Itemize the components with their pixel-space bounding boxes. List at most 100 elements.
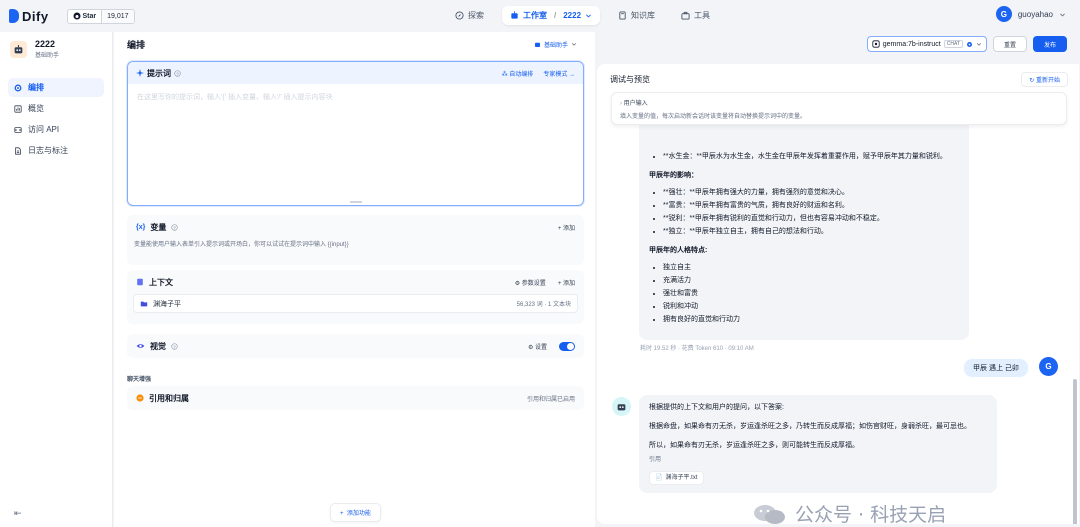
auto-orchestrate-button[interactable]: ⁂ 自动编排 [502,69,534,78]
prompt-header: 提示词 ? ⁂ 自动编排 专家模式 → [128,62,583,84]
toolbox-icon [681,11,690,20]
eye-icon [136,344,145,348]
collapse-sidebar-icon[interactable]: ⇤ [14,508,22,519]
knowledge-item[interactable]: 渊海子平 56,323 词 · 1 文本块 [133,294,578,313]
nav-knowledge-label: 知识库 [631,11,656,20]
context-card: 上下文 ⚙ 参数设置 + 添加 渊海子平 56,323 词 · 1 文本块 [127,270,584,324]
help-icon[interactable]: ? [171,342,178,350]
app-mode-label: 基础助手 [543,42,568,49]
variable-icon: {x} [136,223,146,231]
bot-message: 根据提供的上下文和用户的提问，以下答案: 根据命盘，如果命有刃无杀，岁运逢杀旺之… [639,395,997,493]
nav-tools-label: 工具 [694,11,711,20]
nav-explore-label: 探索 [468,11,484,20]
svg-text:?: ? [176,71,179,76]
robot-icon [535,42,540,47]
wechat-icon [754,504,785,524]
sidebar-item-api[interactable]: 访问 API [8,120,104,139]
sidebar-item-label: 概览 [28,104,44,113]
nav-knowledge[interactable]: 知识库 [610,6,663,25]
message-line: 根据命盘，如果命有刃无杀，岁运逢杀旺之多，乃转生而反成厚福；如伤官财旺，身弱杀旺… [649,423,971,430]
resize-handle[interactable] [350,201,362,203]
list-item: **强壮：**甲辰年拥有强大的力量，拥有强烈的意觉和决心。 [663,186,959,199]
bot-message: **水生金：**甲辰水为水生金，水生金在甲辰年发挥着重要作用，赋予甲辰年其力量和… [639,112,969,340]
help-icon[interactable]: ? [171,223,178,231]
list-item: 锐利和冲动 [663,300,959,313]
chevron-down-icon [586,14,591,18]
settings-icon[interactable] [966,41,973,48]
user-input-panel[interactable]: › 用户输入 填入变量的值，每次启动新会话时该变量将自动替换提示词中的变量。 [611,92,1067,125]
logo-mark-icon [9,9,19,23]
github-icon [73,12,81,20]
nav-current-app[interactable]: 2222 [563,11,581,20]
context-title: 上下文 [136,277,173,288]
expert-mode-button[interactable]: 专家模式 → [543,69,575,78]
vision-toggle[interactable] [559,341,575,351]
message-line: 所以，如果命有刃无杀，岁运逢杀旺之多，则可能转生而反成厚福。 [649,442,859,449]
chevron-down-icon [1060,12,1065,17]
dify-logo[interactable]: Dify [9,9,49,24]
user-avatar[interactable]: G [995,6,1012,22]
right-toolbar: gemma:7b-instruct CHAT 重置 发布 [596,32,1080,56]
message-line: 根据提供的上下文和用户的提问，以下答案: [649,404,784,411]
compass-icon [455,11,464,20]
model-name: gemma:7b-instruct [882,40,941,48]
message-heading: 甲辰年的人格特点: [649,247,708,254]
citation-status: 引用和归属已启用 [526,396,575,403]
help-icon[interactable]: ? [174,69,181,77]
citation-icon [136,394,144,402]
github-star-button[interactable]: Star 19,017 [66,8,135,24]
publish-button[interactable]: 发布 [1032,36,1067,52]
book-icon [619,11,626,20]
citation-chip[interactable]: 📄 渊海子平.txt [649,471,704,485]
sidebar-item-orchestrate[interactable]: 编排 [8,78,104,97]
user-menu[interactable]: G guoyahao [995,6,1066,22]
sidebar-item-label: 日志与标注 [28,146,68,155]
app-name: 2222 [35,39,56,49]
watermark: 公众号 · 科技天启 [753,500,946,524]
chevron-down-icon [571,43,577,46]
nav-tools[interactable]: 工具 [673,6,718,25]
restart-button[interactable]: ↻ 重新开始 [1021,71,1068,87]
sidebar-item-logs[interactable]: 日志与标注 [8,141,104,160]
app-header[interactable]: 2222 基础助手 [0,32,112,66]
folder-icon [140,301,148,306]
file-icon: 📄 [655,475,663,481]
sidebar-item-label: 编排 [28,83,44,92]
watermark-text: 公众号 · 科技天启 [795,504,947,524]
editor-title: 编排 [127,39,146,50]
app-mode-selector[interactable]: 基础助手 [530,38,581,51]
svg-text:?: ? [173,344,176,349]
chevron-right-icon: › [620,101,622,107]
sidebar-item-overview[interactable]: 概览 [8,99,104,118]
debug-panel: gemma:7b-instruct CHAT 重置 发布 调试与预览 ↻ 重新开… [596,32,1080,527]
model-selector[interactable]: gemma:7b-instruct CHAT [866,36,987,52]
scrollbar[interactable] [1073,379,1077,524]
add-context-button[interactable]: + 添加 [558,278,575,287]
variables-description: 变量能使用户输入表单引入提示词或开场白，你可以试试在提示词中输入 {{input… [134,242,349,248]
variables-title: {x} 变量 ? [136,222,178,233]
nav-studio[interactable]: 工作室 / 2222 [502,6,601,25]
citation-title: 引用和归属 [136,393,189,404]
add-variable-button[interactable]: + 添加 [558,223,575,232]
settings-icon: ⚙ [527,344,535,351]
sparkle-icon [136,69,144,77]
nav-studio-label: 工作室 [523,11,547,20]
list-item: 独立自主 [663,261,959,274]
nav-explore[interactable]: 探索 [447,6,492,25]
bot-avatar-icon [612,397,631,416]
log-icon [15,146,21,155]
context-params-button[interactable]: ⚙ 参数设置 [515,278,546,287]
vision-settings-button[interactable]: ⚙ 设置 [528,342,547,351]
prompt-title: 提示词 ? [136,68,181,79]
citation-label: 引用 [649,457,662,463]
prompt-editor[interactable]: 提示词 ? ⁂ 自动编排 专家模式 → 在这里写你的提示词，输入'{' 插入变量… [127,61,584,206]
app-sidebar: 2222 基础助手 编排 概览 访问 API 日志与标注 ⇤ [0,32,113,527]
citation-card: 引用和归属 引用和归属已启用 [127,386,584,410]
model-icon [872,40,880,48]
robot-icon [511,11,518,19]
reset-button[interactable]: 重置 [992,36,1027,52]
message-line: **水生金：**甲辰水为水生金，水生金在甲辰年发挥着重要作用，赋予甲辰年其力量和… [663,150,959,163]
add-feature-button[interactable]: + 添加功能 [330,503,381,522]
app-type: 基础助手 [35,53,60,59]
debug-title: 调试与预览 [610,74,650,84]
